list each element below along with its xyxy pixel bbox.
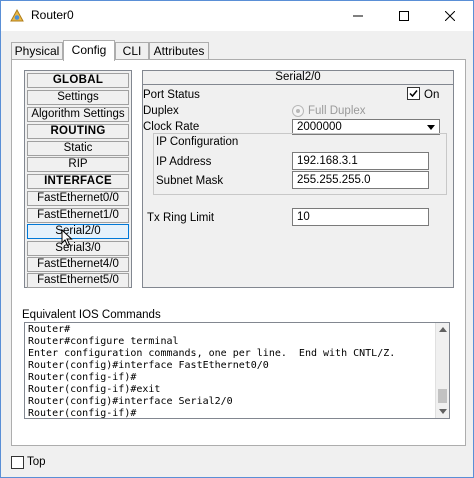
ip-configuration-group: IP Configuration IP Address 192.168.3.1 …: [153, 133, 447, 195]
clock-rate-label: Clock Rate: [143, 121, 200, 133]
ip-address-label: IP Address: [156, 156, 212, 168]
sidebar-item-fastethernet1-0[interactable]: FastEthernet1/0: [27, 208, 129, 223]
console-line: Router(config)#interface FastEthernet0/0: [28, 360, 269, 371]
sidebar-header-global: GLOBAL: [27, 73, 129, 88]
maximize-icon: [399, 11, 409, 21]
scroll-thumb[interactable]: [438, 389, 447, 403]
mouse-cursor-icon: [61, 228, 73, 250]
scroll-up-icon[interactable]: [439, 327, 447, 332]
app-icon: [9, 8, 25, 24]
sidebar-item-fastethernet0-0[interactable]: FastEthernet0/0: [27, 191, 129, 206]
sidebar-item-rip[interactable]: RIP: [27, 157, 129, 172]
console-scrollbar[interactable]: [435, 323, 449, 418]
close-button[interactable]: [427, 1, 473, 31]
sidebar-item-serial3-0[interactable]: Serial3/0: [27, 241, 129, 256]
tab-attributes[interactable]: Attributes: [149, 42, 209, 60]
sidebar-item-static[interactable]: Static: [27, 141, 129, 156]
maximize-button[interactable]: [381, 1, 427, 31]
port-status-label: Port Status: [143, 89, 200, 101]
tab-config[interactable]: Config: [63, 40, 115, 61]
interface-title: Serial2/0: [143, 71, 453, 85]
tab-cli[interactable]: CLI: [115, 42, 149, 60]
duplex-label: Duplex: [143, 105, 179, 117]
tab-physical[interactable]: Physical: [11, 42, 63, 60]
sidebar-item-algorithm-settings[interactable]: Algorithm Settings: [27, 107, 129, 122]
interface-settings-panel: Serial2/0 Port Status On Duplex Full Dup…: [142, 70, 454, 288]
config-tab-panel: GLOBAL Settings Algorithm Settings ROUTI…: [11, 59, 466, 446]
scroll-down-icon[interactable]: [439, 409, 447, 414]
window-title: Router0: [31, 8, 74, 22]
ios-commands-label: Equivalent IOS Commands: [22, 309, 161, 321]
console-line: Router(config-if)#: [28, 372, 137, 383]
checkmark-icon: [409, 90, 418, 98]
minimize-icon: [353, 15, 363, 17]
console-line: Router#configure terminal: [28, 336, 179, 347]
sidebar-item-serial2-0[interactable]: Serial2/0: [27, 224, 129, 239]
chevron-down-icon: [427, 125, 435, 130]
router-config-window: Router0 Physical Config CLI Attributes G…: [0, 0, 474, 478]
full-duplex-radio[interactable]: [292, 105, 304, 117]
ip-address-field[interactable]: 192.168.3.1: [292, 152, 429, 170]
top-label: Top: [27, 456, 46, 468]
close-icon: [445, 11, 455, 21]
sidebar-header-interface: INTERFACE: [27, 174, 129, 189]
port-on-label: On: [424, 89, 440, 101]
sidebar-item-fastethernet4-0[interactable]: FastEthernet4/0: [27, 257, 129, 272]
console-line: Enter configuration commands, one per li…: [28, 348, 396, 359]
subnet-mask-field[interactable]: 255.255.255.0: [292, 171, 429, 189]
title-bar[interactable]: Router0: [1, 1, 473, 31]
console-line: Router(config-if)#: [28, 408, 137, 419]
console-line: Router(config-if)#exit: [28, 384, 161, 395]
top-checkbox[interactable]: [11, 456, 24, 469]
console-line: Router(config)#interface Serial2/0: [28, 396, 233, 407]
minimize-button[interactable]: [335, 1, 381, 31]
ip-configuration-label: IP Configuration: [156, 136, 239, 148]
sidebar-item-settings[interactable]: Settings: [27, 90, 129, 105]
sidebar-item-fastethernet5-0[interactable]: FastEthernet5/0: [27, 273, 129, 288]
subnet-mask-label: Subnet Mask: [156, 175, 224, 187]
tx-ring-limit-label: Tx Ring Limit: [147, 212, 215, 224]
port-status-checkbox[interactable]: [407, 87, 420, 100]
config-sidebar: GLOBAL Settings Algorithm Settings ROUTI…: [24, 70, 132, 288]
console-line: Router#: [28, 324, 71, 335]
sidebar-header-routing: ROUTING: [27, 124, 129, 139]
ios-commands-console[interactable]: Router# Router#configure terminal Enter …: [24, 322, 450, 419]
clock-rate-value: 2000000: [297, 121, 342, 133]
full-duplex-label: Full Duplex: [308, 105, 366, 117]
tx-ring-limit-field[interactable]: 10: [292, 208, 429, 226]
